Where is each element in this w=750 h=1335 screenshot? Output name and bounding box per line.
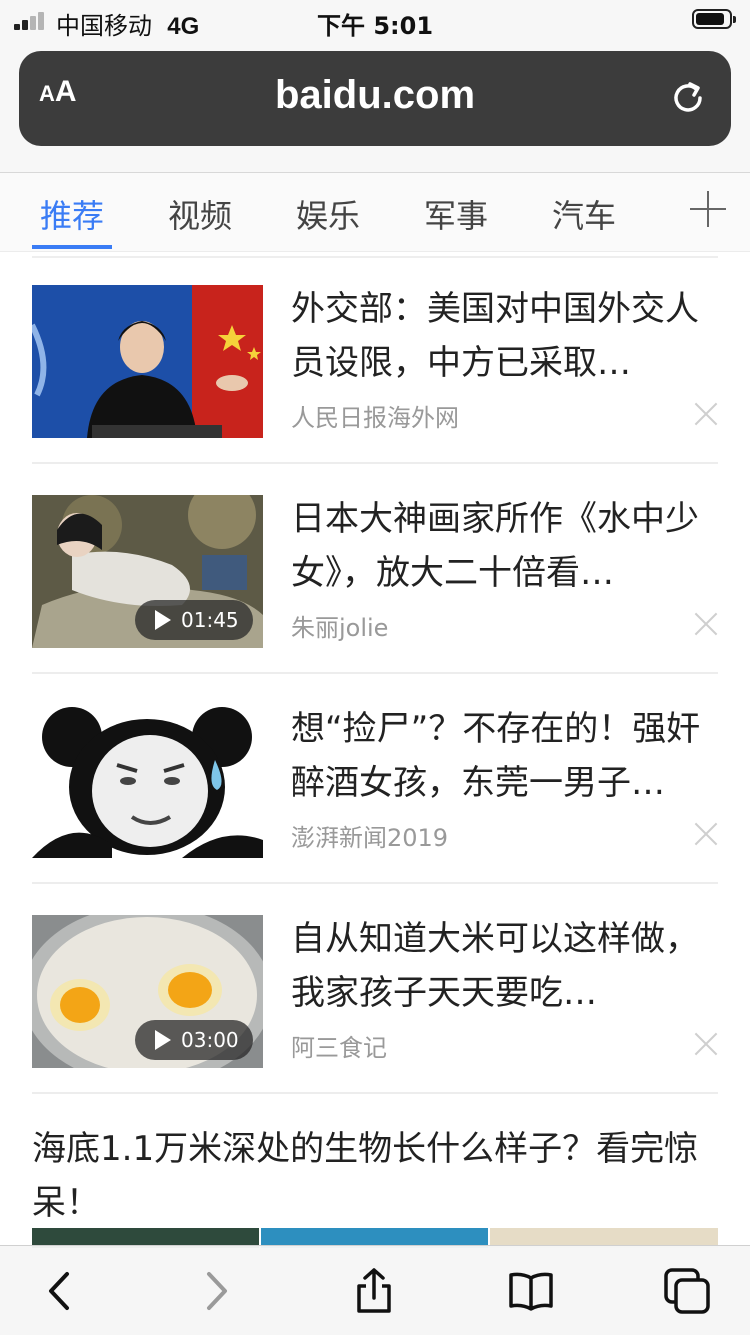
video-duration: 03:00 [135,1020,253,1060]
battery-icon [692,9,736,29]
address-bar[interactable]: AA baidu.com [19,51,731,146]
tab-recommend[interactable]: 推荐 [40,191,104,237]
tabs-icon[interactable] [664,1268,710,1314]
share-icon[interactable] [351,1268,397,1314]
dismiss-icon[interactable] [694,612,718,636]
news-title[interactable]: 外交部：美国对中国外交人员设限，中方已采取… [291,282,711,390]
play-icon [155,1030,171,1050]
tab-video[interactable]: 视频 [168,191,232,237]
news-title[interactable]: 日本大神画家所作《水中少女》，放大二十倍看… [291,492,711,600]
news-title[interactable]: 海底1.1万米深处的生物长什么样子？看完惊呆！ [32,1122,722,1230]
news-title[interactable]: 自从知道大米可以这样做，我家孩子天天要吃… [291,912,711,1020]
reload-icon[interactable] [669,79,707,117]
back-icon[interactable] [37,1268,83,1314]
news-title[interactable]: 想“捡尸”？不存在的！强奸醉酒女孩，东莞一男子… [291,702,711,810]
video-thumbnail: 01:45 [32,495,263,648]
play-icon [155,610,171,630]
list-item[interactable]: 01:45 日本大神画家所作《水中少女》，放大二十倍看… 朱丽jolie [32,462,718,674]
news-source: 人民日报海外网 [291,404,459,432]
news-thumbnail [32,285,263,438]
add-channel-icon[interactable] [690,191,726,227]
dismiss-icon[interactable] [694,822,718,846]
tab-auto[interactable]: 汽车 [552,191,616,237]
tab-entertainment[interactable]: 娱乐 [296,191,360,237]
active-tab-indicator [32,245,112,249]
tab-military[interactable]: 军事 [424,191,488,237]
channel-tabs: 推荐 视频 娱乐 军事 汽车 [0,173,750,252]
video-thumbnail: 03:00 [32,915,263,1068]
news-source: 朱丽jolie [291,614,389,642]
news-source: 阿三食记 [291,1034,387,1062]
video-duration: 01:45 [135,600,253,640]
news-source: 澎湃新闻2019 [291,824,449,852]
bookmarks-icon[interactable] [508,1268,554,1314]
forward-icon[interactable] [193,1268,239,1314]
list-item[interactable]: 想“捡尸”？不存在的！强奸醉酒女孩，东莞一男子… 澎湃新闻2019 [32,672,718,884]
url-domain[interactable]: baidu.com [19,73,731,118]
dismiss-icon[interactable] [694,1032,718,1056]
list-item[interactable]: 03:00 自从知道大米可以这样做，我家孩子天天要吃… 阿三食记 [32,882,718,1094]
clock: 下午 5:01 [316,12,434,40]
list-item[interactable]: 外交部：美国对中国外交人员设限，中方已采取… 人民日报海外网 [32,252,718,464]
dismiss-icon[interactable] [694,402,718,426]
browser-header: AA baidu.com [0,40,750,173]
browser-toolbar [0,1245,750,1335]
news-thumbnail [32,705,263,858]
status-bar: 中国移动 4G 下午 5:01 [0,0,750,40]
